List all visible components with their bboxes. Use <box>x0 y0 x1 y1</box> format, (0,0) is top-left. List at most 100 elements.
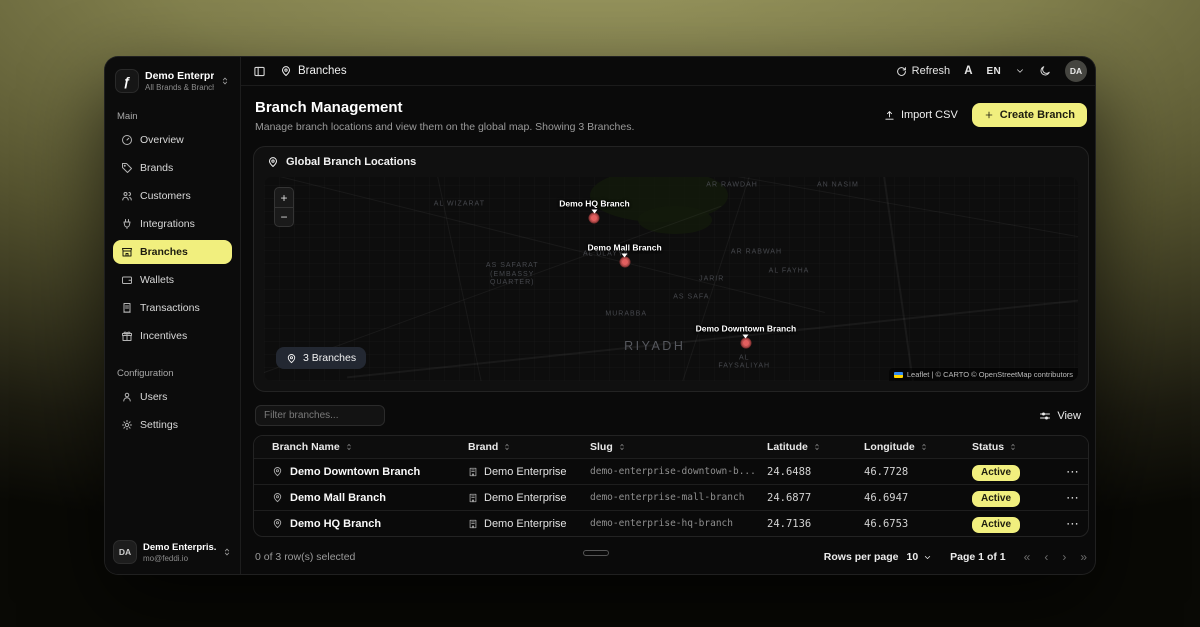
last-page-button[interactable]: » <box>1080 551 1087 563</box>
page-content: Branch Management Manage branch location… <box>241 86 1095 574</box>
status-badge: Active <box>972 465 1020 481</box>
zoom-out-button[interactable]: − <box>275 207 293 226</box>
sidebar-item-wallets[interactable]: Wallets <box>113 268 232 292</box>
font-size-icon[interactable]: A <box>964 65 972 77</box>
horizontal-scrollbar-thumb[interactable] <box>583 550 609 556</box>
sidebar-item-integrations[interactable]: Integrations <box>113 212 232 236</box>
map-marker-downtown[interactable]: Demo Downtown Branch <box>740 338 751 349</box>
language-select[interactable]: EN <box>987 66 1002 77</box>
map-area-label: AL FAYSALIYAH <box>715 354 773 372</box>
map-marker-mall[interactable]: Demo Mall Branch <box>619 257 630 268</box>
map-area-label: AN NASIM <box>817 182 859 189</box>
map-pin-icon <box>286 353 297 364</box>
table-row[interactable]: Demo Mall Branch Demo Enterprise demo-en… <box>254 484 1088 510</box>
map-pin-icon <box>267 156 279 168</box>
column-header-branch-name[interactable]: Branch Name <box>254 441 468 453</box>
ukraine-flag-icon <box>894 372 903 378</box>
sidebar-item-customers[interactable]: Customers <box>113 184 232 208</box>
marker-dot[interactable] <box>589 213 600 224</box>
sidebar-item-label: Branches <box>140 246 188 258</box>
map-pin-icon <box>272 518 283 529</box>
table-row[interactable]: Demo HQ Branch Demo Enterprise demo-ente… <box>254 510 1088 536</box>
table-row[interactable]: Demo Downtown Branch Demo Enterprise dem… <box>254 458 1088 484</box>
page-header: Branch Management Manage branch location… <box>253 99 1089 133</box>
plus-icon <box>984 110 994 120</box>
refresh-label: Refresh <box>912 65 951 77</box>
sidebar-item-label: Overview <box>140 134 184 146</box>
zoom-in-button[interactable]: + <box>275 188 293 207</box>
map-area-label: AR RABWAH <box>731 249 782 256</box>
create-branch-button[interactable]: Create Branch <box>972 103 1087 127</box>
rows-per-page-select[interactable]: 10 <box>906 551 932 563</box>
previous-page-button[interactable]: ‹ <box>1044 551 1048 563</box>
refresh-button[interactable]: Refresh <box>896 65 951 77</box>
language-label: EN <box>987 66 1002 77</box>
gift-icon <box>121 330 133 342</box>
branch-slug: demo-enterprise-hq-branch <box>590 518 767 529</box>
branch-slug: demo-enterprise-downtown-b... <box>590 466 767 477</box>
leaflet-map[interactable]: AR RAWDAH AN NASIM AL WIZARAT AS SAFARAT… <box>264 177 1078 381</box>
column-header-slug[interactable]: Slug <box>590 441 767 453</box>
column-header-brand[interactable]: Brand <box>468 441 590 453</box>
sidebar-item-brands[interactable]: Brands <box>113 156 232 180</box>
sidebar-item-users[interactable]: Users <box>113 385 232 409</box>
map-park <box>638 206 711 235</box>
org-subtitle: All Brands & Branch... <box>145 83 214 92</box>
map-city-label: RIYADH <box>624 339 685 353</box>
map-area-label: MURABBA <box>605 310 647 317</box>
refresh-icon <box>896 66 907 77</box>
filter-branches-input[interactable] <box>255 405 385 426</box>
marker-label: Demo HQ Branch <box>559 199 629 209</box>
topbar: Branches Refresh A EN DA <box>241 57 1095 86</box>
view-button[interactable]: View <box>1033 407 1087 425</box>
marker-caret <box>622 254 628 258</box>
org-logo-glyph: ƒ <box>123 74 130 89</box>
branches-table: Branch Name Brand Slug Latitude <box>253 435 1089 537</box>
row-actions-button[interactable]: ⋯ <box>1064 464 1088 480</box>
moon-icon[interactable] <box>1039 65 1051 77</box>
status-badge: Active <box>972 517 1020 533</box>
sidebar-item-label: Wallets <box>140 274 174 286</box>
first-page-button[interactable]: « <box>1024 551 1031 563</box>
sidebar-user-menu[interactable]: DA Demo Enterpris... mo@feddi.io <box>113 540 232 564</box>
chevrons-up-down-icon <box>220 76 230 86</box>
marker-dot[interactable] <box>619 257 630 268</box>
sort-icon <box>618 443 626 451</box>
chevron-down-icon[interactable] <box>1015 66 1025 76</box>
branch-longitude: 46.6947 <box>864 492 972 504</box>
row-actions-button[interactable]: ⋯ <box>1064 490 1088 506</box>
column-header-latitude[interactable]: Latitude <box>767 441 864 453</box>
sidebar-item-transactions[interactable]: Transactions <box>113 296 232 320</box>
map-attribution[interactable]: Leaflet | © CARTO © OpenStreetMap contri… <box>889 368 1078 381</box>
building-icon <box>468 519 478 529</box>
map-area-label: AL WIZARAT <box>434 200 485 207</box>
table-toolbar: View <box>253 405 1089 426</box>
user-email: mo@feddi.io <box>143 554 216 563</box>
marker-caret <box>743 335 749 339</box>
users-icon <box>121 190 133 202</box>
building-icon <box>468 467 478 477</box>
sidebar-toggle-icon[interactable] <box>253 65 266 78</box>
sidebar-item-settings[interactable]: Settings <box>113 413 232 437</box>
org-switcher[interactable]: ƒ Demo Enterprise All Brands & Branch... <box>113 67 232 95</box>
import-csv-button[interactable]: Import CSV <box>884 109 958 121</box>
map-marker-hq[interactable]: Demo HQ Branch <box>589 213 600 224</box>
map-area-label: AR RAWDAH <box>706 182 758 189</box>
column-header-status[interactable]: Status <box>972 441 1064 453</box>
tag-icon <box>121 162 133 174</box>
topbar-avatar[interactable]: DA <box>1065 60 1087 82</box>
table-footer: 0 of 3 row(s) selected Rows per page 10 … <box>255 546 1087 568</box>
map-pin-icon <box>272 466 283 477</box>
sliders-icon <box>1039 410 1051 422</box>
marker-caret <box>591 210 597 214</box>
gear-icon <box>121 419 133 431</box>
row-actions-button[interactable]: ⋯ <box>1064 516 1088 532</box>
next-page-button[interactable]: › <box>1062 551 1066 563</box>
sidebar-item-overview[interactable]: Overview <box>113 128 232 152</box>
marker-dot[interactable] <box>740 338 751 349</box>
sidebar-item-incentives[interactable]: Incentives <box>113 324 232 348</box>
sidebar-item-branches[interactable]: Branches <box>113 240 232 264</box>
pagination: « ‹ › » <box>1024 551 1087 563</box>
column-header-longitude[interactable]: Longitude <box>864 441 972 453</box>
sidebar-item-label: Incentives <box>140 330 187 342</box>
